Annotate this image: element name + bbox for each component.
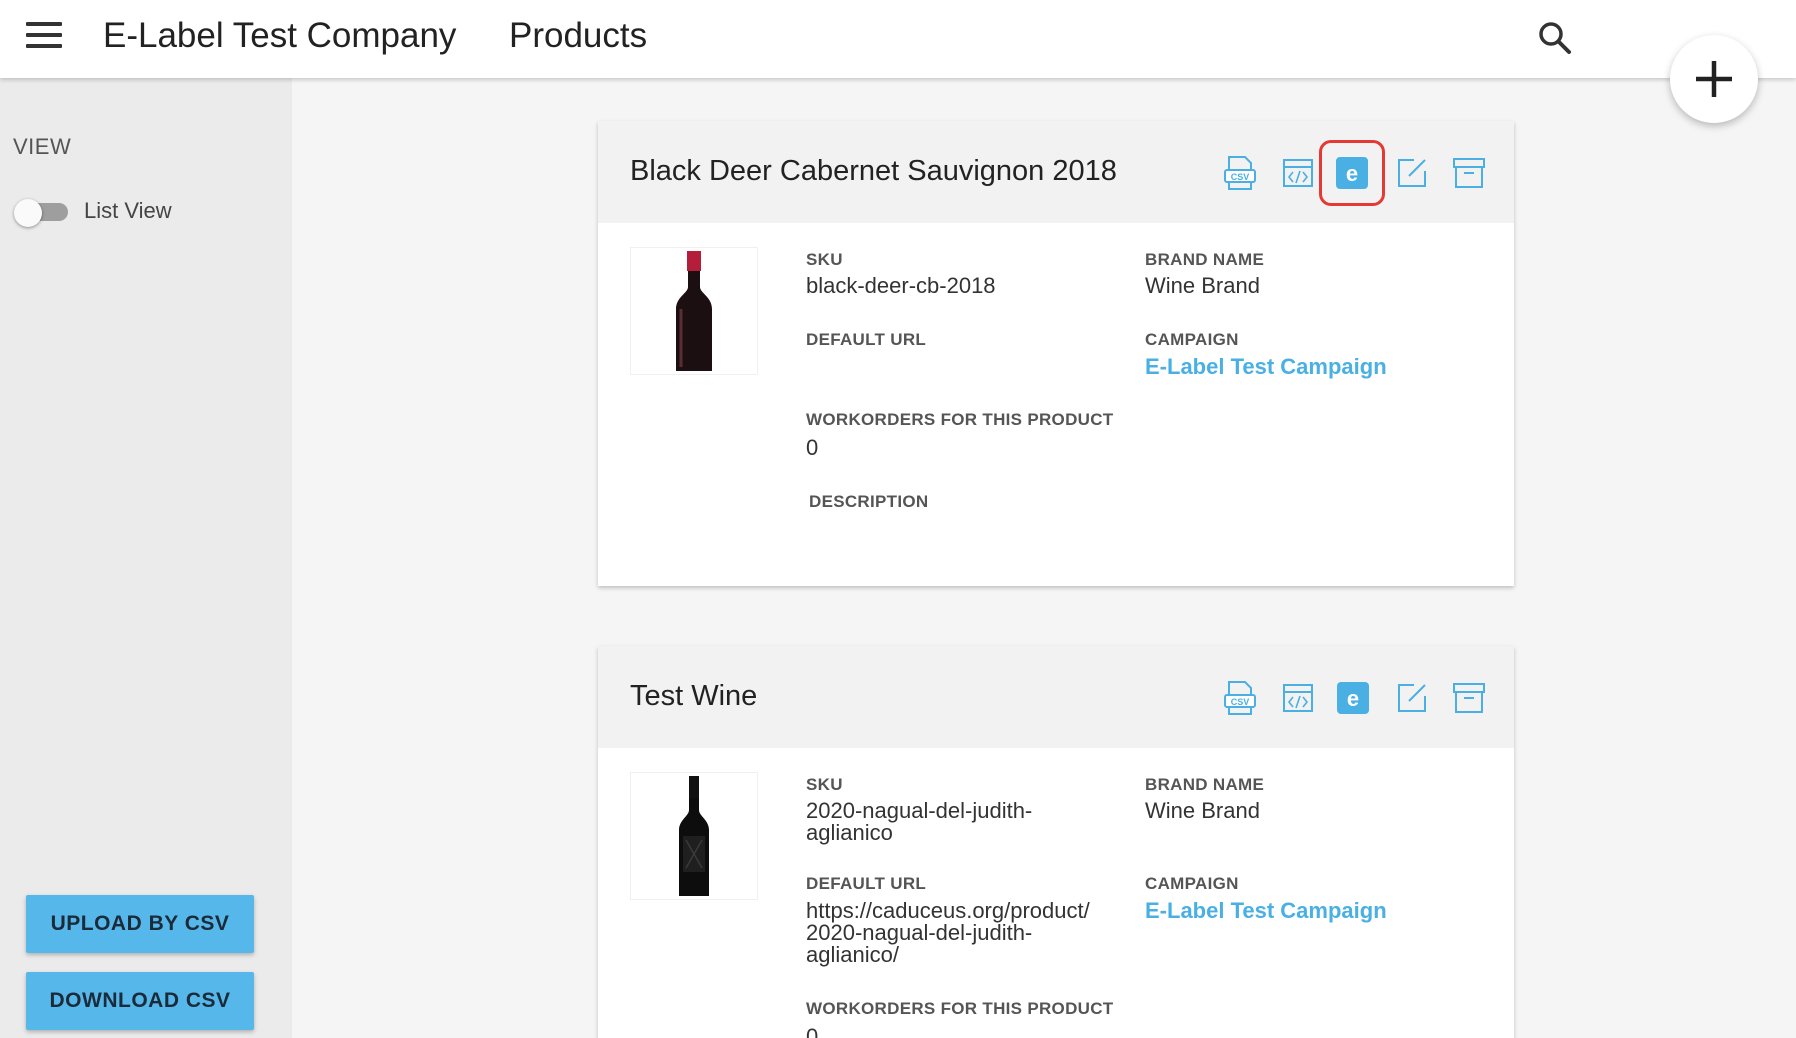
- product-image: [630, 247, 758, 375]
- workorders-value: 0: [806, 1024, 819, 1038]
- campaign-label: CAMPAIGN: [1145, 874, 1239, 893]
- description-label: DESCRIPTION: [809, 492, 929, 511]
- archive-icon[interactable]: [1447, 151, 1491, 195]
- sidebar: VIEW List View UPLOAD BY CSV DOWNLOAD CS…: [0, 78, 292, 1038]
- card-header: Test Wine CSV e: [598, 646, 1514, 748]
- embed-code-icon[interactable]: [1276, 151, 1320, 195]
- default-url-value: https://caduceus.org/product/ 2020-nagua…: [806, 900, 1116, 966]
- product-title: Black Deer Cabernet Sauvignon 2018: [630, 155, 1117, 187]
- campaign-label: CAMPAIGN: [1145, 330, 1239, 349]
- sku-label: SKU: [806, 775, 843, 794]
- page-title: Products: [509, 16, 648, 55]
- default-url-label: DEFAULT URL: [806, 330, 927, 349]
- product-image: [630, 772, 758, 900]
- url-line: aglianico/: [806, 942, 899, 967]
- card-header: Black Deer Cabernet Sauvignon 2018 CSV e: [598, 121, 1514, 223]
- list-view-label: List View: [84, 198, 172, 223]
- menu-icon[interactable]: [26, 22, 64, 52]
- view-heading: VIEW: [13, 134, 72, 159]
- product-card: Black Deer Cabernet Sauvignon 2018 CSV e…: [598, 121, 1514, 586]
- company-name: E-Label Test Company: [103, 16, 457, 55]
- edit-icon[interactable]: [1390, 151, 1434, 195]
- workorders-label: WORKORDERS FOR THIS PRODUCT: [806, 999, 1114, 1018]
- download-csv-button[interactable]: DOWNLOAD CSV: [26, 972, 254, 1030]
- svg-text:e: e: [1346, 161, 1358, 186]
- url-line: 2020-nagual-del-judith-: [806, 920, 1033, 945]
- product-card: Test Wine CSV e SKU 2020-nagual-del-judi…: [598, 646, 1514, 1038]
- url-line: https://caduceus.org/product/: [806, 898, 1090, 923]
- embed-code-icon[interactable]: [1276, 676, 1320, 720]
- brand-label: BRAND NAME: [1145, 775, 1265, 794]
- search-icon[interactable]: [1537, 20, 1573, 56]
- svg-text:CSV: CSV: [1231, 172, 1250, 182]
- app-bar: E-Label Test Company Products: [0, 0, 1796, 78]
- upload-csv-button[interactable]: UPLOAD BY CSV: [26, 895, 254, 953]
- sku-value: 2020-nagual-del-judith- aglianico: [806, 800, 1116, 844]
- campaign-link[interactable]: E-Label Test Campaign: [1145, 354, 1387, 380]
- sku-label: SKU: [806, 250, 843, 269]
- brand-label: BRAND NAME: [1145, 250, 1265, 269]
- edit-icon[interactable]: [1390, 676, 1434, 720]
- svg-text:CSV: CSV: [1231, 697, 1250, 707]
- sku-line: aglianico: [806, 820, 893, 845]
- elabel-icon[interactable]: e: [1331, 676, 1375, 720]
- list-view-toggle[interactable]: [14, 199, 70, 227]
- default-url-label: DEFAULT URL: [806, 874, 927, 893]
- brand-value: Wine Brand: [1145, 273, 1260, 298]
- add-product-button[interactable]: [1670, 35, 1758, 123]
- workorders-label: WORKORDERS FOR THIS PRODUCT: [806, 410, 1114, 429]
- elabel-icon[interactable]: e: [1319, 140, 1385, 206]
- export-csv-icon[interactable]: CSV: [1218, 676, 1262, 720]
- workorders-value: 0: [806, 435, 819, 460]
- product-title: Test Wine: [630, 680, 758, 712]
- svg-text:e: e: [1347, 686, 1359, 711]
- sku-line: 2020-nagual-del-judith-: [806, 798, 1033, 823]
- sku-value: black-deer-cb-2018: [806, 273, 996, 298]
- plus-icon: [1696, 61, 1732, 97]
- archive-icon[interactable]: [1447, 676, 1491, 720]
- campaign-link[interactable]: E-Label Test Campaign: [1145, 898, 1387, 924]
- brand-value: Wine Brand: [1145, 798, 1260, 823]
- export-csv-icon[interactable]: CSV: [1218, 151, 1262, 195]
